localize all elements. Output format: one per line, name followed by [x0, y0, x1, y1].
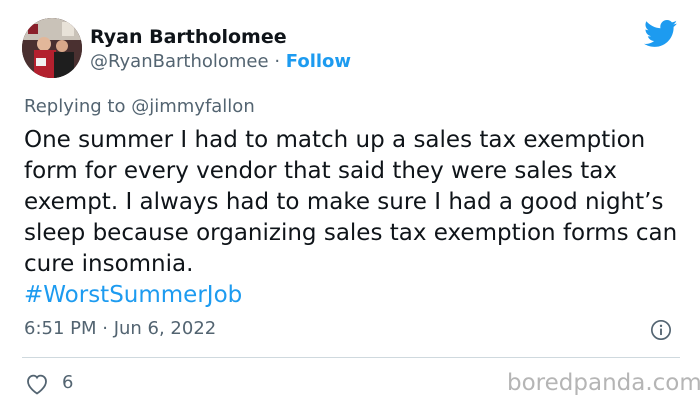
tweet-text: One summer I had to match up a sales tax…: [24, 127, 678, 277]
author-handle[interactable]: @RyanBartholomee: [90, 51, 269, 72]
tweet-body: One summer I had to match up a sales tax…: [24, 125, 684, 311]
follow-button[interactable]: Follow: [286, 51, 351, 72]
tweet-timestamp[interactable]: 6:51 PM · Jun 6, 2022: [24, 318, 216, 339]
info-icon[interactable]: [650, 319, 672, 341]
reply-mention[interactable]: @jimmyfallon: [131, 96, 255, 117]
author-name[interactable]: Ryan Bartholomee: [90, 26, 287, 48]
like-count: 6: [62, 372, 74, 393]
twitter-bird-icon[interactable]: [644, 20, 678, 48]
separator-dot: ·: [274, 51, 281, 72]
heart-icon[interactable]: [25, 373, 49, 395]
divider: [22, 357, 680, 358]
reply-context: Replying to @jimmyfallon: [24, 96, 255, 117]
tweet-card: Ryan Bartholomee @RyanBartholomee · Foll…: [0, 0, 700, 410]
author-handle-line: @RyanBartholomee · Follow: [90, 51, 351, 72]
reply-prefix: Replying to: [24, 96, 126, 117]
hashtag-link[interactable]: #WorstSummerJob: [24, 280, 684, 311]
watermark: boredpanda.com: [507, 370, 700, 396]
avatar-image: [22, 18, 82, 78]
avatar[interactable]: [22, 18, 82, 78]
